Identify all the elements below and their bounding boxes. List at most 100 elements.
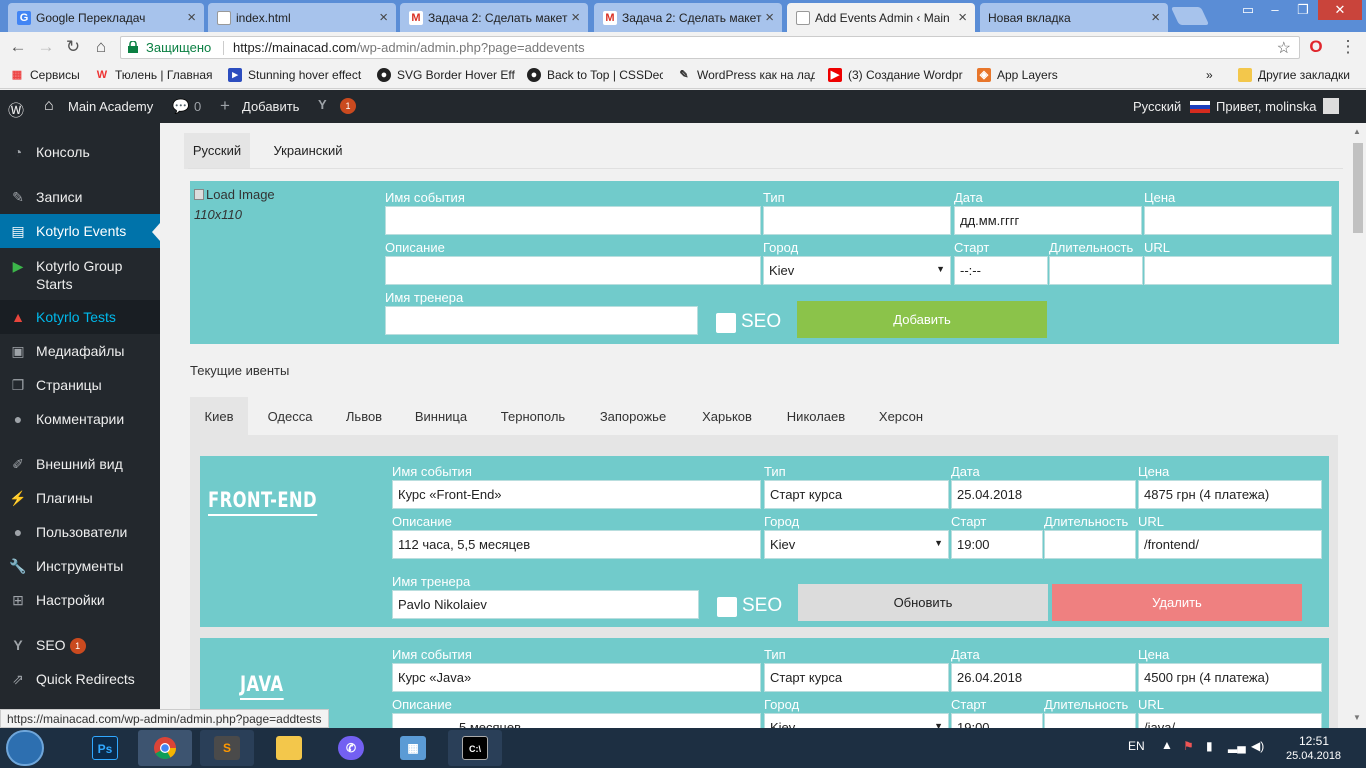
event-start-input[interactable]: 19:00 [951,530,1043,559]
yoast-icon[interactable]: Y [318,97,327,112]
volume-icon[interactable]: ◀) [1251,739,1264,753]
browser-tab[interactable]: G Google Перекладач × [8,3,204,32]
event-city-select[interactable]: Kiev ▼ [764,713,949,728]
network-flag-icon[interactable]: ⚑ [1183,739,1194,753]
event-description-input[interactable]: 5 месяцев [392,713,761,728]
comment-icon[interactable]: 💬 [172,98,189,115]
seo-checkbox[interactable]: SEO [716,311,781,333]
browser-tab-active[interactable]: Add Events Admin ‹ Main × [787,3,975,32]
city-tab-ternopil[interactable]: Тернополь [490,397,576,435]
city-tab-kharkiv[interactable]: Харьков [690,397,764,435]
city-tab-nikolaev[interactable]: Николаев [776,397,856,435]
sidebar-item-posts[interactable]: ✎ Записи [0,188,160,206]
event-duration-input[interactable] [1044,713,1136,728]
sidebar-item-settings[interactable]: ⊞ Настройки [0,591,160,609]
new-tab-button[interactable] [1170,7,1210,25]
add-new-link[interactable]: Добавить [242,99,299,114]
add-event-button[interactable]: Добавить [797,301,1047,338]
event-url-input[interactable]: /java/ [1138,713,1322,728]
browser-tab[interactable]: M Задача 2: Сделать макет × [400,3,588,32]
event-price-input[interactable] [1144,206,1332,235]
sidebar-item-quick-redirects[interactable]: ⇗ Quick Redirects [0,670,160,688]
sidebar-item-tools[interactable]: 🔧 Инструменты [0,557,160,575]
city-tab-lviv[interactable]: Львов [336,397,392,435]
scroll-down-icon[interactable]: ▼ [1353,713,1361,722]
event-date-input[interactable]: 25.04.2018 [951,480,1136,509]
event-url-input[interactable]: /frontend/ [1138,530,1322,559]
scroll-up-icon[interactable]: ▲ [1353,127,1361,136]
sidebar-item-pages[interactable]: ❐ Страницы [0,376,160,394]
browser-tab[interactable]: M Задача 2: Сделать макет × [594,3,782,32]
event-description-input[interactable] [385,256,761,285]
bookmark-star-icon[interactable]: ☆ [1277,38,1291,58]
event-type-input[interactable] [763,206,951,235]
signal-icon[interactable]: ▂▄ [1228,739,1246,753]
sidebar-item-kotyrlo-tests[interactable]: ▲ Kotyrlo Tests [0,300,160,334]
other-bookmarks-folder[interactable]: Другие закладки [1238,68,1350,82]
bookmark-item[interactable]: ● SVG Border Hover Eff [377,68,515,82]
show-hidden-icons[interactable]: ▲ [1161,738,1173,752]
tab-ukrainian[interactable]: Украинский [258,133,358,169]
event-type-input[interactable]: Старт курса [764,663,949,692]
event-duration-input[interactable] [1049,256,1143,285]
event-city-select[interactable]: Kiev ▼ [764,530,949,559]
start-button[interactable] [6,730,44,766]
event-url-input[interactable] [1144,256,1332,285]
bookmark-item[interactable]: ● Back to Top | CSSDec [527,68,663,82]
avatar[interactable] [1323,98,1339,114]
trainer-name-input[interactable] [385,306,698,335]
event-description-input[interactable]: 112 часа, 5,5 месяцев [392,530,761,559]
profile-icon[interactable]: ▭ [1236,0,1260,20]
bookmark-item[interactable]: ▸ Stunning hover effect [228,68,366,82]
bookmark-item[interactable]: ▦ Сервисы [10,68,80,82]
bookmark-item[interactable]: ▶ (3) Создание Wordpr [828,68,964,82]
browser-tab[interactable]: Новая вкладка × [980,3,1168,32]
city-tab-kiev[interactable]: Киев [190,397,248,435]
maximize-icon[interactable]: ❐ [1290,0,1316,20]
city-tab-vinnitsa[interactable]: Винница [408,397,474,435]
sidebar-item-console[interactable]: ◔ Консоль [0,143,160,161]
more-bookmarks-button[interactable]: » [1206,68,1213,82]
taskbar-app-explorer[interactable] [262,730,316,766]
bookmark-item[interactable]: W Тюлень | Главная [95,68,213,82]
bookmark-item[interactable]: ◈ App Layers [977,68,1058,82]
home-icon[interactable]: ⌂ [91,37,111,57]
delete-event-button[interactable]: Удалить [1052,584,1302,621]
sidebar-item-media[interactable]: ▣ Медиафайлы [0,342,160,360]
event-name-input[interactable]: Курс «Front-End» [392,480,761,509]
tab-russian[interactable]: Русский [184,133,250,169]
clock-date[interactable]: 25.04.2018 [1286,750,1341,762]
forward-arrow-icon[interactable]: → [36,37,56,57]
event-city-select[interactable]: Kiev ▼ [763,256,951,285]
bookmark-item[interactable]: ✎ WordPress как на лад [677,68,815,82]
taskbar-app-photoshop[interactable]: Ps [78,730,132,766]
close-icon[interactable]: × [1151,9,1160,26]
event-name-input[interactable]: Курс «Java» [392,663,761,692]
close-icon[interactable]: × [187,9,196,26]
trainer-name-input[interactable]: Pavlo Nikolaiev [392,590,699,619]
window-close-icon[interactable]: ✕ [1318,0,1362,20]
taskbar-app-control-panel[interactable]: ▦ [386,730,440,766]
sidebar-item-plugins[interactable]: ⚡ Плагины [0,489,160,507]
event-image-upload[interactable]: Load Image [194,187,275,202]
event-price-input[interactable]: 4875 грн (4 платежа) [1138,480,1322,509]
event-date-input[interactable]: 26.04.2018 [951,663,1136,692]
opera-icon[interactable]: O [1306,37,1326,57]
event-start-input[interactable]: --:-- [954,256,1048,285]
wordpress-logo-icon[interactable]: Ⓦ [8,97,24,121]
event-date-input[interactable]: дд.мм.гггг [954,206,1142,235]
close-icon[interactable]: × [765,9,774,26]
clock-time[interactable]: 12:51 [1299,734,1329,748]
taskbar-app-cmd[interactable]: C:\ [448,730,502,766]
reload-icon[interactable]: ↻ [63,37,83,57]
url-bar[interactable]: Защищено https://mainacad.com/wp-admin/a… [120,36,1300,59]
sidebar-item-users[interactable]: ● Пользователи [0,523,160,541]
scrollbar-thumb[interactable] [1353,143,1363,233]
city-tab-odessa[interactable]: Одесса [258,397,322,435]
event-start-input[interactable]: 19:00 [951,713,1043,728]
taskbar-app-sublime[interactable]: S [200,730,254,766]
close-icon[interactable]: × [379,9,388,26]
sidebar-item-kotyrlo-events[interactable]: ▤ Kotyrlo Events [0,214,160,248]
sidebar-item-kotyrlo-group-starts[interactable]: ▶ Kotyrlo Group Starts [0,257,160,293]
event-type-input[interactable]: Старт курса [764,480,949,509]
